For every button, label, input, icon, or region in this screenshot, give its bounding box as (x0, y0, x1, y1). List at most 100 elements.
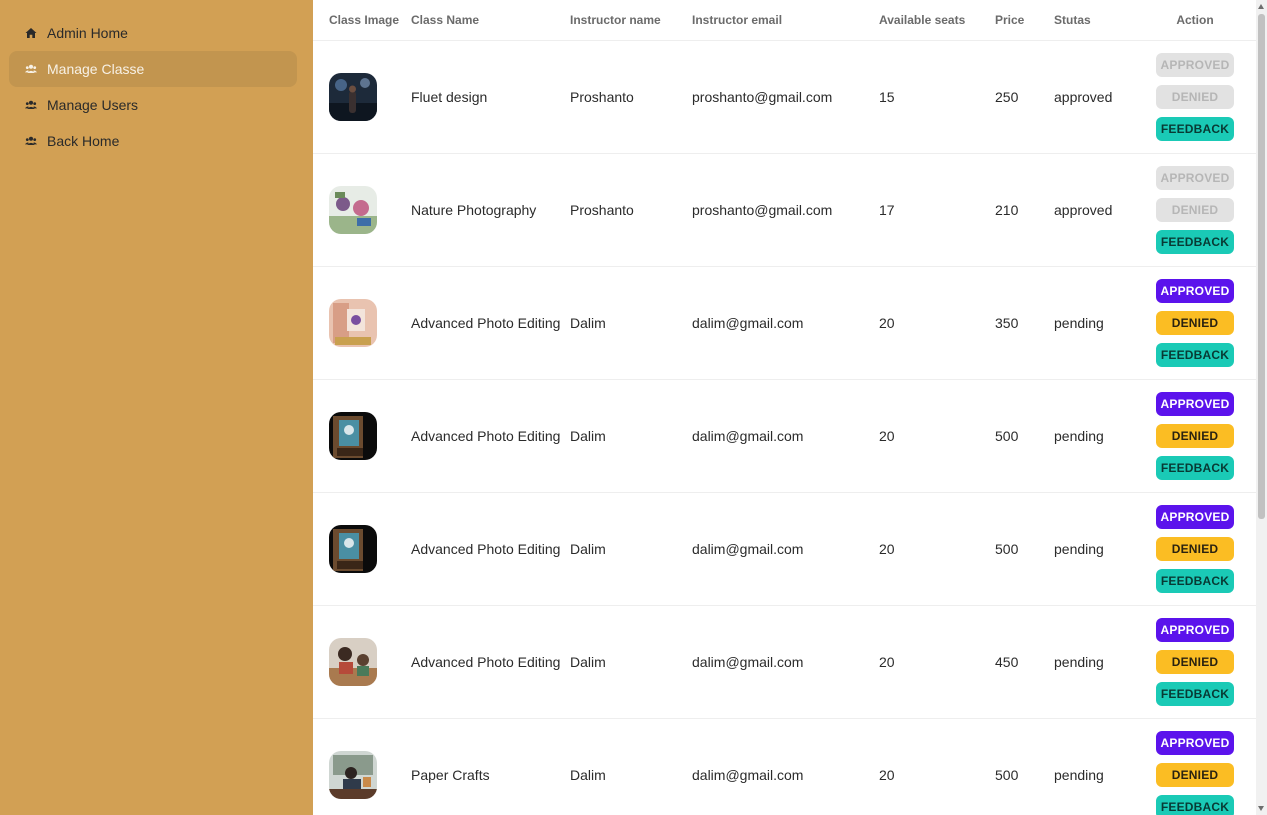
table-row: Advanced Photo Editing Dalim dalim@gmail… (313, 379, 1256, 493)
feedback-button[interactable]: FEEDBACK (1156, 681, 1234, 706)
class-name-cell: Advanced Photo Editing (411, 492, 570, 606)
scrollbar-thumb[interactable] (1258, 14, 1265, 519)
table-header-row: Class Image Class Name Instructor name I… (313, 0, 1256, 41)
sidebar-item-label: Back Home (47, 133, 120, 149)
feedback-button[interactable]: FEEDBACK (1156, 229, 1234, 254)
class-image (329, 411, 377, 460)
instructor-email-cell: dalim@gmail.com (692, 718, 879, 815)
table-row: Nature Photography Proshanto proshanto@g… (313, 153, 1256, 267)
instructor-name-cell: Proshanto (570, 153, 692, 267)
class-image (329, 72, 377, 121)
instructor-name-cell: Proshanto (570, 40, 692, 154)
users-icon (25, 63, 37, 75)
table-row: Paper Crafts Dalim dalim@gmail.com 20 50… (313, 718, 1256, 815)
feedback-button[interactable]: FEEDBACK (1156, 794, 1234, 815)
table-row: Advanced Photo Editing Dalim dalim@gmail… (313, 266, 1256, 380)
price-cell: 350 (995, 266, 1054, 380)
approve-button[interactable]: APPROVED (1156, 391, 1234, 416)
status-cell: pending (1054, 266, 1134, 380)
sidebar-item-label: Manage Users (47, 97, 139, 113)
feedback-button[interactable]: FEEDBACK (1156, 342, 1234, 367)
deny-button[interactable]: DENIED (1156, 762, 1234, 787)
table-row: Advanced Photo Editing Dalim dalim@gmail… (313, 605, 1256, 719)
feedback-button[interactable]: FEEDBACK (1156, 455, 1234, 480)
price-cell: 450 (995, 605, 1054, 719)
users-icon (25, 99, 37, 111)
status-cell: pending (1054, 718, 1134, 815)
class-name-cell: Advanced Photo Editing (411, 605, 570, 719)
sidebar: Admin Home Manage Classe Manage Users Ba… (0, 0, 313, 815)
deny-button: DENIED (1156, 84, 1234, 109)
price-cell: 500 (995, 718, 1054, 815)
approve-button[interactable]: APPROVED (1156, 504, 1234, 529)
deny-button[interactable]: DENIED (1156, 536, 1234, 561)
sidebar-item-back-home[interactable]: Back Home (9, 123, 297, 159)
seats-cell: 15 (879, 40, 995, 154)
home-icon (25, 27, 37, 39)
class-name-cell: Paper Crafts (411, 718, 570, 815)
instructor-name-cell: Dalim (570, 266, 692, 380)
sidebar-item-manage-classe[interactable]: Manage Classe (9, 51, 297, 87)
scroll-down-arrow-icon[interactable] (1258, 806, 1264, 811)
instructor-name-cell: Dalim (570, 718, 692, 815)
header-action: Action (1134, 0, 1256, 41)
status-cell: pending (1054, 492, 1134, 606)
deny-button[interactable]: DENIED (1156, 649, 1234, 674)
deny-button[interactable]: DENIED (1156, 423, 1234, 448)
vertical-scrollbar[interactable] (1256, 0, 1267, 815)
status-cell: pending (1054, 379, 1134, 493)
scroll-up-arrow-icon[interactable] (1258, 4, 1264, 9)
instructor-name-cell: Dalim (570, 605, 692, 719)
seats-cell: 20 (879, 718, 995, 815)
price-cell: 500 (995, 379, 1054, 493)
class-name-cell: Fluet design (411, 40, 570, 154)
table-row: Fluet design Proshanto proshanto@gmail.c… (313, 40, 1256, 154)
class-image (329, 298, 377, 347)
price-cell: 500 (995, 492, 1054, 606)
instructor-email-cell: proshanto@gmail.com (692, 153, 879, 267)
instructor-email-cell: dalim@gmail.com (692, 605, 879, 719)
instructor-email-cell: dalim@gmail.com (692, 379, 879, 493)
header-instructor-email: Instructor email (692, 0, 879, 41)
instructor-name-cell: Dalim (570, 492, 692, 606)
seats-cell: 20 (879, 379, 995, 493)
classes-table-panel: Class Image Class Name Instructor name I… (313, 0, 1256, 815)
instructor-email-cell: dalim@gmail.com (692, 266, 879, 380)
seats-cell: 17 (879, 153, 995, 267)
seats-cell: 20 (879, 266, 995, 380)
classes-table: Class Image Class Name Instructor name I… (313, 0, 1256, 815)
status-cell: pending (1054, 605, 1134, 719)
class-name-cell: Nature Photography (411, 153, 570, 267)
sidebar-item-label: Admin Home (47, 25, 128, 41)
instructor-email-cell: dalim@gmail.com (692, 492, 879, 606)
approve-button[interactable]: APPROVED (1156, 278, 1234, 303)
class-image (329, 750, 377, 799)
class-name-cell: Advanced Photo Editing (411, 379, 570, 493)
header-class-name: Class Name (411, 0, 570, 41)
status-cell: approved (1054, 40, 1134, 154)
feedback-button[interactable]: FEEDBACK (1156, 568, 1234, 593)
users-icon (25, 135, 37, 147)
header-price: Price (995, 0, 1054, 41)
approve-button[interactable]: APPROVED (1156, 730, 1234, 755)
class-image (329, 524, 377, 573)
sidebar-item-manage-users[interactable]: Manage Users (9, 87, 297, 123)
price-cell: 250 (995, 40, 1054, 154)
approve-button[interactable]: APPROVED (1156, 617, 1234, 642)
instructor-name-cell: Dalim (570, 379, 692, 493)
header-class-image: Class Image (313, 0, 411, 41)
price-cell: 210 (995, 153, 1054, 267)
deny-button[interactable]: DENIED (1156, 310, 1234, 335)
feedback-button[interactable]: FEEDBACK (1156, 116, 1234, 141)
instructor-email-cell: proshanto@gmail.com (692, 40, 879, 154)
header-status: Stutas (1054, 0, 1134, 41)
class-name-cell: Advanced Photo Editing (411, 266, 570, 380)
sidebar-item-admin-home[interactable]: Admin Home (9, 15, 297, 51)
seats-cell: 20 (879, 605, 995, 719)
seats-cell: 20 (879, 492, 995, 606)
sidebar-item-label: Manage Classe (47, 61, 145, 77)
approve-button: APPROVED (1156, 165, 1234, 190)
approve-button: APPROVED (1156, 52, 1234, 77)
class-image (329, 637, 377, 686)
header-available-seats: Available seats (879, 0, 995, 41)
